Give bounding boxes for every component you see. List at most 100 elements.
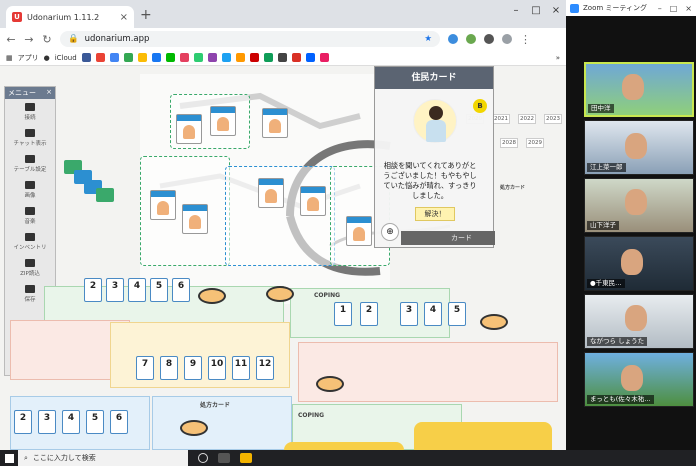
score-box[interactable]: 8 xyxy=(160,356,178,380)
resident-card[interactable] xyxy=(150,190,176,220)
minimize-icon[interactable]: – xyxy=(658,4,662,13)
star-icon[interactable]: ★ xyxy=(424,34,432,44)
apple-icon[interactable]: ● xyxy=(44,54,50,62)
facebook-icon[interactable] xyxy=(151,53,161,62)
reload-icon[interactable]: ↻ xyxy=(42,33,52,46)
menu-item-table-settings[interactable]: テーブル設定 xyxy=(5,151,55,177)
card-stack[interactable] xyxy=(96,188,114,202)
token-marker[interactable] xyxy=(316,376,344,392)
score-box[interactable]: 5 xyxy=(448,302,466,326)
bookmark-icon[interactable] xyxy=(81,53,91,62)
participant-tile[interactable]: まっとも(佐々木祐… xyxy=(584,352,694,407)
menu-item-zip[interactable]: ZIP読込 xyxy=(5,255,55,281)
forward-icon[interactable]: → xyxy=(24,33,34,46)
new-tab-button[interactable]: + xyxy=(140,7,152,23)
bookmark-icon[interactable] xyxy=(319,53,329,62)
more-bookmarks[interactable]: » xyxy=(556,54,560,62)
score-box[interactable]: 6 xyxy=(172,278,190,302)
score-box[interactable]: 5 xyxy=(150,278,168,302)
menu-item-music[interactable]: 音楽 xyxy=(5,203,55,229)
amazon-icon[interactable] xyxy=(235,53,245,62)
menu-item-inventory[interactable]: インベントリ xyxy=(5,229,55,255)
taskbar-search[interactable]: ⌕ ここに入力して検索 xyxy=(18,450,188,466)
twitter-icon[interactable] xyxy=(221,53,231,62)
participant-tile[interactable]: 江上菜一郎 xyxy=(584,120,694,175)
resident-card[interactable] xyxy=(346,216,372,246)
score-box[interactable]: 2 xyxy=(14,410,32,434)
menu-header[interactable]: メニュー × xyxy=(5,87,55,99)
token-marker[interactable] xyxy=(480,314,508,330)
line-icon[interactable] xyxy=(165,53,175,62)
extension-icon[interactable] xyxy=(448,34,458,44)
token-marker[interactable] xyxy=(198,288,226,304)
close-window-button[interactable]: × xyxy=(546,5,566,16)
address-bar[interactable]: 🔒 udonarium.app ★ xyxy=(60,31,440,47)
bookmark-icon[interactable] xyxy=(123,53,133,62)
resident-card[interactable] xyxy=(258,178,284,208)
resident-card[interactable] xyxy=(262,108,288,138)
score-box[interactable]: 9 xyxy=(184,356,202,380)
score-box[interactable]: 3 xyxy=(106,278,124,302)
resident-card[interactable] xyxy=(182,204,208,234)
close-icon[interactable]: × xyxy=(685,4,692,13)
score-box[interactable]: 7 xyxy=(136,356,154,380)
gmail-icon[interactable] xyxy=(95,53,105,62)
score-box[interactable]: 6 xyxy=(110,410,128,434)
resident-card[interactable] xyxy=(300,186,326,216)
puzzle-icon[interactable] xyxy=(484,34,494,44)
start-button[interactable] xyxy=(0,450,18,466)
bookmark-icon[interactable] xyxy=(277,53,287,62)
cortana-icon[interactable] xyxy=(198,453,208,463)
bookmark-icon[interactable] xyxy=(291,53,301,62)
minimize-button[interactable]: – xyxy=(506,5,526,16)
bookmark-icon[interactable] xyxy=(249,53,259,62)
bookmark-icon[interactable] xyxy=(179,53,189,62)
browser-tab[interactable]: U Udonarium 1.11.2 × xyxy=(6,6,134,28)
bookmark-icon[interactable] xyxy=(263,53,273,62)
score-box[interactable]: 4 xyxy=(62,410,80,434)
zoom-icon[interactable]: ⊕ xyxy=(381,223,399,241)
close-tab-icon[interactable]: × xyxy=(120,12,128,23)
menu-close-icon[interactable]: × xyxy=(46,88,52,98)
participant-tile[interactable]: ●千東民… xyxy=(584,236,694,291)
profile-avatar[interactable] xyxy=(502,34,512,44)
token-marker[interactable] xyxy=(180,420,208,436)
score-box[interactable]: 3 xyxy=(38,410,56,434)
score-box[interactable]: 5 xyxy=(86,410,104,434)
score-box[interactable]: 1 xyxy=(334,302,352,326)
bookmark-apps[interactable]: アプリ xyxy=(18,53,39,63)
bookmark-icon[interactable] xyxy=(109,53,119,62)
score-box[interactable]: 4 xyxy=(424,302,442,326)
participant-tile[interactable]: 田中洋 xyxy=(584,62,694,117)
maximize-icon[interactable]: □ xyxy=(670,4,678,13)
bookmark-icon[interactable] xyxy=(137,53,147,62)
apps-grid-icon[interactable]: ▦ xyxy=(6,54,13,62)
evernote-icon[interactable] xyxy=(193,53,203,62)
menu-item-connect[interactable]: 接続 xyxy=(5,99,55,125)
participant-tile[interactable]: ながつら しょうた xyxy=(584,294,694,349)
score-box[interactable]: 10 xyxy=(208,356,226,380)
menu-item-chat[interactable]: チャット表示 xyxy=(5,125,55,151)
maximize-button[interactable]: □ xyxy=(526,5,546,16)
score-box[interactable]: 2 xyxy=(360,302,378,326)
participant-tile[interactable]: 山下洋子 xyxy=(584,178,694,233)
extension-icon[interactable] xyxy=(466,34,476,44)
score-box[interactable]: 12 xyxy=(256,356,274,380)
resolve-button[interactable]: 解決！ xyxy=(415,207,455,221)
back-icon[interactable]: ← xyxy=(6,33,16,46)
kebab-menu-icon[interactable]: ⋮ xyxy=(520,33,531,46)
dropbox-icon[interactable] xyxy=(305,53,315,62)
resident-card[interactable] xyxy=(210,106,236,136)
token-marker[interactable] xyxy=(266,286,294,302)
dialog-title[interactable]: 住民カード xyxy=(375,67,493,89)
score-box[interactable]: 4 xyxy=(128,278,146,302)
task-view-icon[interactable] xyxy=(218,453,230,463)
score-box[interactable]: 3 xyxy=(400,302,418,326)
bookmark-icon[interactable] xyxy=(207,53,217,62)
chrome-icon[interactable] xyxy=(240,453,252,463)
resident-card[interactable] xyxy=(176,114,202,144)
score-box[interactable]: 2 xyxy=(84,278,102,302)
menu-item-image[interactable]: 画像 xyxy=(5,177,55,203)
bookmark-icloud[interactable]: iCloud xyxy=(55,54,77,62)
score-box[interactable]: 11 xyxy=(232,356,250,380)
